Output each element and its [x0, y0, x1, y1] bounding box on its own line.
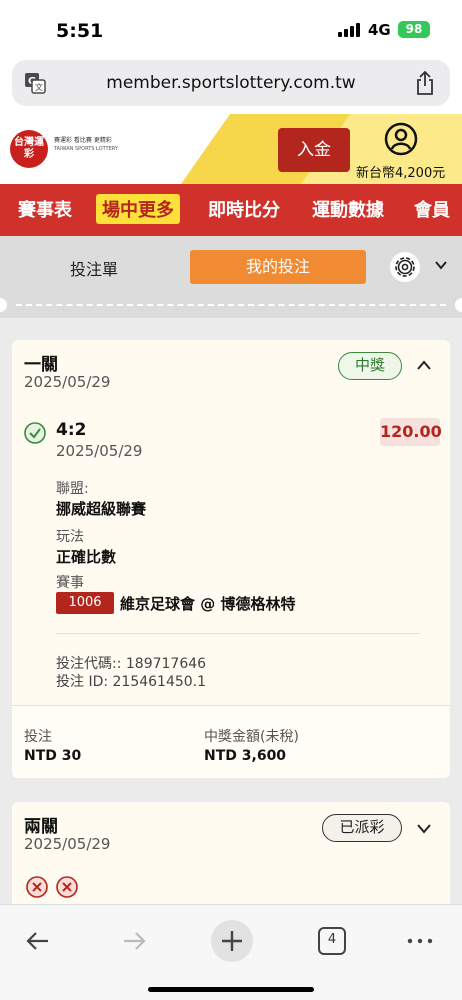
logo-tagline: 賽運彩 看比賽 更精彩 TAIWAN SPORTS LOTTERY: [54, 137, 118, 152]
address-bar[interactable]: G 文 member.sportslottery.com.tw: [12, 60, 450, 106]
stake-label: 投注: [24, 729, 52, 745]
settings-button[interactable]: [390, 252, 420, 282]
event-name[interactable]: 維京足球會 @ 博德格林特: [120, 593, 295, 614]
market-value: 正確比數: [56, 548, 117, 566]
chevron-down-icon[interactable]: [434, 258, 448, 272]
network-type: 4G: [368, 21, 391, 39]
nav-item-member[interactable]: 會員: [414, 196, 450, 222]
main-content: 投注單 我的投注 一關 2025/05/29 中獎 4:2 2025/05/29…: [0, 236, 462, 904]
more-dots-icon[interactable]: [400, 921, 440, 961]
payout-value: NTD 3,600: [204, 748, 287, 764]
status-time: 5:51: [56, 20, 104, 42]
bet-id: 投注 ID: 215461450.1: [56, 674, 207, 690]
user-account-icon[interactable]: [384, 122, 418, 156]
forward-arrow-icon[interactable]: [114, 921, 154, 961]
x-circle-icon: [56, 876, 78, 898]
tab-my-bets[interactable]: 我的投注: [190, 250, 366, 284]
odds-value: 120.00: [380, 418, 442, 446]
selection-score: 4:2: [56, 420, 87, 440]
site-logo[interactable]: 台灣運彩: [10, 130, 48, 168]
home-indicator: [148, 987, 314, 992]
site-header: 台灣運彩 賽運彩 看比賽 更精彩 TAIWAN SPORTS LOTTERY 入…: [0, 114, 462, 184]
selection-date: 2025/05/29: [56, 442, 143, 460]
event-code-badge: 1006: [56, 592, 114, 614]
signal-icon: [338, 23, 360, 37]
nav-item-live-more[interactable]: 場中更多: [96, 194, 180, 224]
nav-item-sports-data[interactable]: 運動數據: [312, 196, 384, 222]
payout-label: 中獎金額(未稅): [204, 729, 299, 745]
bet-type-title: 兩關: [24, 817, 58, 837]
status-badge: 中獎: [338, 352, 402, 380]
check-circle-icon: [24, 422, 46, 444]
url-text[interactable]: member.sportslottery.com.tw: [12, 73, 450, 93]
x-circle-icon: [26, 876, 48, 898]
status-bar: 5:51 4G 98: [0, 0, 462, 56]
ticket-divider: [0, 298, 462, 318]
divider: [56, 633, 420, 634]
bet-tabs: 投注單 我的投注: [0, 236, 462, 298]
new-tab-plus-icon[interactable]: [210, 919, 254, 963]
bet-type-title: 一關: [24, 355, 58, 375]
league-value: 挪威超級聯賽: [56, 500, 147, 518]
chevron-up-icon[interactable]: [416, 358, 432, 374]
league-label: 聯盟:: [56, 481, 89, 497]
main-nav: 賽事表 場中更多 即時比分 運動數據 會員: [0, 184, 462, 236]
bet-card: 兩關 2025/05/29 已派彩: [12, 802, 450, 904]
nav-item-schedule[interactable]: 賽事表: [18, 196, 72, 222]
back-arrow-icon[interactable]: [18, 921, 58, 961]
account-balance: 新台幣4,200元: [356, 166, 446, 181]
share-icon[interactable]: [414, 70, 436, 96]
market-label: 玩法: [56, 529, 84, 545]
bet-card: 一關 2025/05/29 中獎 4:2 2025/05/29 120.00 聯…: [12, 340, 450, 778]
deposit-button[interactable]: 入金: [278, 128, 350, 172]
tab-bet-slip[interactable]: 投注單: [70, 256, 118, 280]
battery-icon: 98: [398, 21, 430, 38]
status-badge: 已派彩: [322, 814, 402, 842]
bet-summary: 投注 NTD 30 中獎金額(未稅) NTD 3,600: [12, 705, 450, 778]
chevron-down-icon[interactable]: [416, 820, 432, 836]
bet-date: 2025/05/29: [24, 373, 111, 391]
tabs-button[interactable]: 4: [312, 921, 352, 961]
bet-code: 投注代碼:: 189717646: [56, 656, 207, 672]
event-label: 賽事: [56, 575, 84, 591]
bet-date: 2025/05/29: [24, 835, 111, 853]
stake-value: NTD 30: [24, 748, 82, 764]
gear-icon: [395, 257, 415, 277]
nav-item-live-score[interactable]: 即時比分: [208, 196, 280, 222]
browser-toolbar: 4: [0, 904, 462, 1000]
tab-count: 4: [327, 932, 337, 947]
